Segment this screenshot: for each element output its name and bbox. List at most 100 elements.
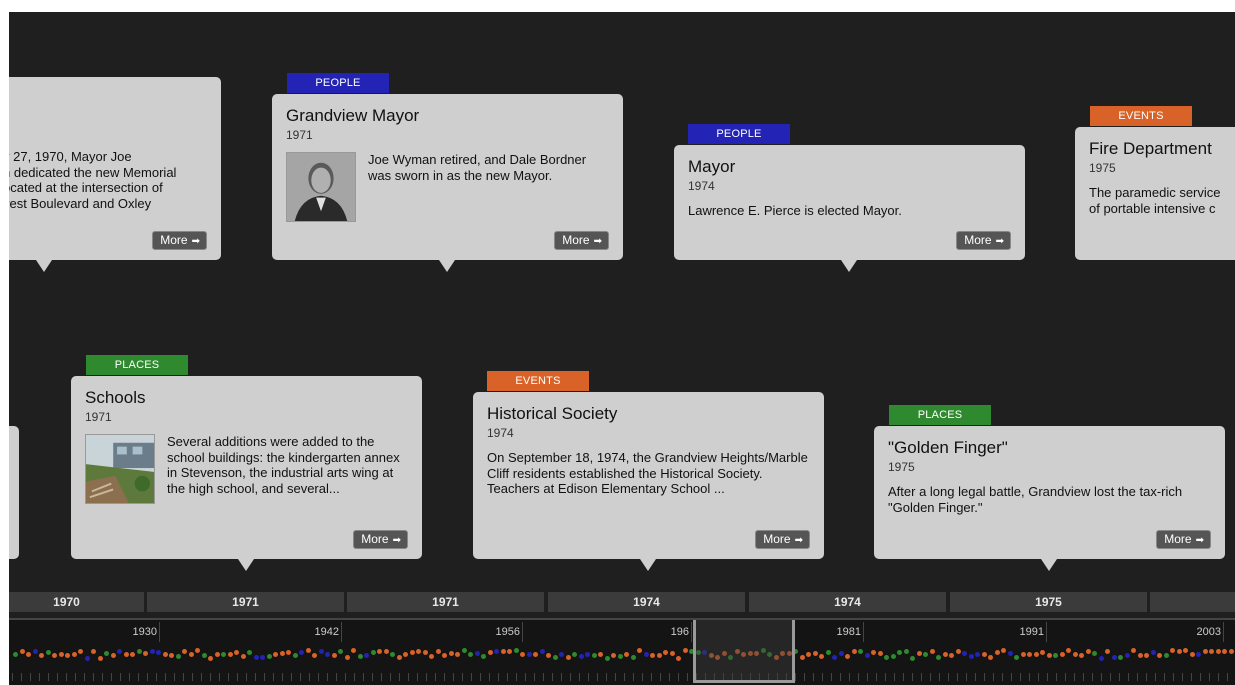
- event-card-schools[interactable]: Schools 1971 Several additions were adde…: [71, 376, 422, 571]
- event-marker: [520, 652, 525, 657]
- event-marker: [1046, 653, 1052, 658]
- event-marker: [624, 652, 629, 657]
- card-body: y 27, 1970, Mayor Joe n dedicated the ne…: [9, 149, 177, 211]
- event-marker: [806, 652, 811, 657]
- event-marker: [884, 655, 889, 660]
- event-marker: [526, 652, 532, 657]
- event-marker: [162, 652, 168, 657]
- event-marker: [71, 652, 77, 657]
- more-button[interactable]: More ➡: [956, 231, 1011, 250]
- category-tag-events: EVENTS: [1090, 106, 1192, 126]
- event-marker: [1124, 653, 1130, 658]
- minor-tick: [669, 673, 670, 681]
- minor-tick: [1056, 673, 1057, 681]
- date-cell: 1970: [9, 592, 144, 612]
- event-marker: [565, 655, 571, 660]
- minor-tick: [399, 673, 400, 681]
- event-marker: [487, 650, 493, 655]
- event-card-historical-society[interactable]: Historical Society 1974 On September 18,…: [473, 392, 824, 571]
- event-card-partial[interactable]: [9, 426, 19, 559]
- event-marker: [338, 649, 343, 654]
- event-marker: [598, 652, 603, 657]
- minor-tick: [327, 673, 328, 681]
- minor-tick: [975, 673, 976, 681]
- minor-tick: [1083, 673, 1084, 681]
- event-card-fire-department[interactable]: Fire Department 1975 The paramedic servi…: [1075, 127, 1235, 260]
- arrow-right-icon: ➡: [191, 236, 200, 247]
- event-marker: [923, 652, 928, 657]
- minor-tick: [156, 673, 157, 681]
- event-card-golden-finger[interactable]: "Golden Finger" 1975 After a long legal …: [874, 426, 1225, 571]
- minor-tick: [1020, 673, 1021, 681]
- event-marker: [130, 652, 135, 657]
- card-pointer: [439, 260, 455, 272]
- date-bar: 1970 1971 1971 1974 1974 1975: [9, 590, 1235, 616]
- minor-tick: [102, 673, 103, 681]
- date-cell: 1971: [147, 592, 344, 612]
- event-marker: [32, 649, 38, 654]
- minor-tick: [903, 673, 904, 681]
- more-button[interactable]: More ➡: [353, 530, 408, 549]
- card-title: Mayor: [688, 157, 736, 176]
- event-marker: [1066, 648, 1071, 653]
- timeline-stage[interactable]: y 27, 1970, Mayor Joe n dedicated the ne…: [9, 12, 1235, 685]
- minor-tick: [957, 673, 958, 681]
- minor-tick: [30, 673, 31, 681]
- event-marker: [832, 655, 837, 660]
- navigator-tick: [691, 622, 692, 642]
- minor-tick: [1002, 673, 1003, 681]
- date-cell: 1974: [548, 592, 745, 612]
- minor-tick: [615, 673, 616, 681]
- minor-tick: [912, 673, 913, 681]
- event-marker: [819, 654, 824, 659]
- event-marker: [292, 653, 298, 658]
- event-marker: [58, 652, 64, 657]
- navigator-tick: [522, 622, 523, 642]
- more-button[interactable]: More ➡: [1156, 530, 1211, 549]
- minor-tick: [1146, 673, 1147, 681]
- navigator-tick: [1223, 622, 1224, 642]
- event-marker: [312, 653, 317, 658]
- navigator-tick: [341, 622, 342, 642]
- arrow-right-icon: ➡: [794, 535, 803, 546]
- event-marker: [1092, 651, 1097, 656]
- event-card-mayor[interactable]: Mayor 1974 Lawrence E. Pierce is elected…: [674, 145, 1025, 272]
- event-marker: [208, 656, 213, 661]
- minor-tick: [237, 673, 238, 681]
- event-marker: [136, 649, 142, 654]
- event-marker: [825, 650, 831, 655]
- more-button[interactable]: More ➡: [755, 530, 810, 549]
- minor-tick: [435, 673, 436, 681]
- minor-tick: [1182, 673, 1183, 681]
- minor-tick: [939, 673, 940, 681]
- minor-tick: [1092, 673, 1093, 681]
- card-year: 1971: [85, 410, 112, 424]
- event-marker: [247, 650, 252, 655]
- minor-tick: [489, 673, 490, 681]
- card-title: Fire Department: [1089, 139, 1212, 158]
- navigator-viewport-handle[interactable]: [693, 620, 795, 683]
- arrow-right-icon: ➡: [392, 535, 401, 546]
- event-marker: [1176, 649, 1182, 654]
- event-marker: [630, 655, 636, 660]
- timeline-navigator[interactable]: 1930 1942 1956 196 1981 1991 2003: [9, 618, 1235, 685]
- minor-tick: [408, 673, 409, 681]
- minor-tick: [930, 673, 931, 681]
- event-marker: [273, 652, 278, 657]
- category-tag-events: EVENTS: [487, 371, 589, 391]
- more-button[interactable]: More ➡: [554, 231, 609, 250]
- event-marker: [994, 650, 1000, 655]
- minor-tick: [66, 673, 67, 681]
- event-marker: [104, 651, 109, 656]
- event-marker: [838, 651, 844, 656]
- navigator-year-label: 1942: [314, 626, 339, 638]
- more-button[interactable]: More ➡: [152, 231, 207, 250]
- category-tag-places: PLACES: [86, 355, 188, 375]
- event-marker: [585, 652, 590, 657]
- event-card-grandview-mayor[interactable]: Grandview Mayor 1971 Joe Wyman retired, …: [272, 94, 623, 272]
- event-marker: [1131, 648, 1136, 653]
- event-marker: [1137, 653, 1143, 658]
- event-marker: [201, 653, 207, 658]
- event-card-memorial[interactable]: y 27, 1970, Mayor Joe n dedicated the ne…: [9, 77, 221, 272]
- event-marker: [1020, 652, 1026, 657]
